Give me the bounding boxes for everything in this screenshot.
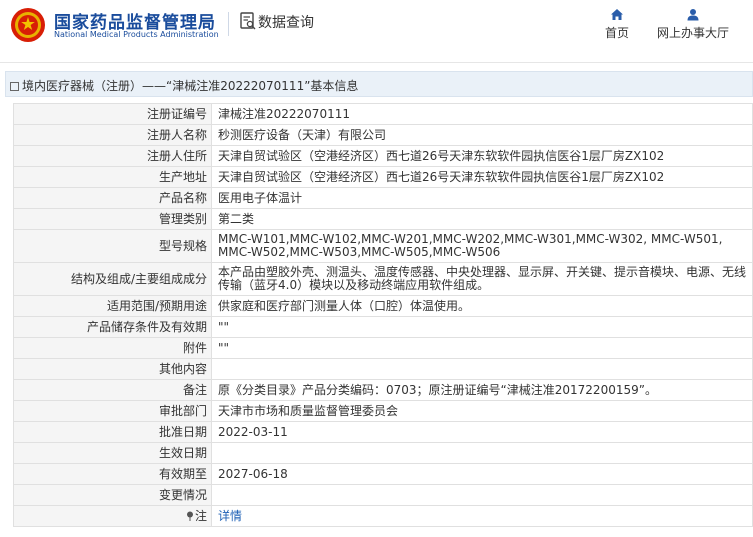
brand-subtitle: National Medical Products Administration [54, 30, 219, 39]
header-separator [0, 62, 753, 63]
field-value: 津械注准20222070111 [211, 103, 753, 125]
table-row: 适用范围/预期用途 供家庭和医疗部门测量人体（口腔）体温使用。 [13, 295, 753, 317]
table-row: 注详情 [13, 505, 753, 527]
field-value [211, 442, 753, 464]
user-icon [687, 9, 699, 21]
field-value: "" [211, 337, 753, 359]
field-label: 注册人名称 [13, 124, 212, 146]
field-value [211, 484, 753, 506]
field-label: 有效期至 [13, 463, 212, 485]
field-value: 第二类 [211, 208, 753, 230]
field-value: 原《分类目录》产品分类编码：0703；原注册证编号“津械注准2017220015… [211, 379, 753, 401]
field-value: "" [211, 316, 753, 338]
field-value: 2022-03-11 [211, 421, 753, 443]
header-divider [228, 12, 229, 36]
table-row: 生效日期 [13, 442, 753, 464]
breadcrumb: 境内医疗器械（注册）——“津械注准20222070111”基本信息 [10, 77, 358, 94]
field-value: 供家庭和医疗部门测量人体（口腔）体温使用。 [211, 295, 753, 317]
nav-home[interactable]: 首页 [600, 8, 634, 41]
data-query-label[interactable]: 数据查询 [258, 12, 314, 32]
table-row: 审批部门 天津市市场和质量监督管理委员会 [13, 400, 753, 422]
field-value: 天津市市场和质量监督管理委员会 [211, 400, 753, 422]
emblem-logo[interactable] [10, 7, 46, 43]
field-label: 批准日期 [13, 421, 212, 443]
nav-online-office[interactable]: 网上办事大厅 [652, 8, 734, 41]
field-label: 型号规格 [13, 229, 212, 263]
field-label: 产品名称 [13, 187, 212, 209]
field-label: 管理类别 [13, 208, 212, 230]
table-row: 产品名称 医用电子体温计 [13, 187, 753, 209]
note-label: 注 [194, 509, 207, 523]
table-row: 型号规格 MMC-W101,MMC-W102,MMC-W201,MMC-W202,… [13, 229, 753, 263]
field-label: 注册人住所 [13, 145, 212, 167]
table-row: 注册人名称 秒测医疗设备（天津）有限公司 [13, 124, 753, 146]
field-value: 2027-06-18 [211, 463, 753, 485]
nav-home-label: 首页 [604, 26, 629, 40]
table-row: 注册证编号 津械注准20222070111 [13, 103, 753, 125]
field-label: 备注 [13, 379, 212, 401]
field-label: 结构及组成/主要组成成分 [13, 262, 212, 296]
table-row: 有效期至 2027-06-18 [13, 463, 753, 485]
field-value: 医用电子体温计 [211, 187, 753, 209]
details-link[interactable]: 详情 [218, 509, 242, 523]
table-row: 注册人住所 天津自贸试验区（空港经济区）西七道26号天津东软软件园执信医谷1层厂房… [13, 145, 753, 167]
table-row: 备注 原《分类目录》产品分类编码：0703；原注册证编号“津械注准20172200… [13, 379, 753, 401]
field-value: 天津自贸试验区（空港经济区）西七道26号天津东软软件园执信医谷1层厂房ZX102 [211, 145, 753, 167]
table-row: 附件 "" [13, 337, 753, 359]
table-row: 批准日期 2022-03-11 [13, 421, 753, 443]
field-label: 产品储存条件及有效期 [13, 316, 212, 338]
field-value: 本产品由塑胶外壳、测温头、温度传感器、中央处理器、显示屏、开关键、提示音模块、电… [211, 262, 753, 296]
field-value [211, 358, 753, 380]
device-info-table: 注册证编号 津械注准20222070111 注册人名称 秒测医疗设备（天津）有限公司注… [13, 103, 753, 527]
field-label: 变更情况 [13, 484, 212, 506]
field-label: 注 [13, 505, 212, 527]
table-row: 结构及组成/主要组成成分 本产品由塑胶外壳、测温头、温度传感器、中央处理器、显示屏… [13, 262, 753, 296]
table-row: 产品储存条件及有效期 "" [13, 316, 753, 338]
site-header: 国家药品监督管理局 National Medical Products Admi… [0, 0, 753, 60]
field-label: 适用范围/预期用途 [13, 295, 212, 317]
nav-office-label: 网上办事大厅 [656, 26, 729, 40]
table-row: 变更情况 [13, 484, 753, 506]
field-label: 审批部门 [13, 400, 212, 422]
breadcrumb-bar: 境内医疗器械（注册）——“津械注准20222070111”基本信息 [5, 71, 753, 97]
field-label: 注册证编号 [13, 103, 212, 125]
field-label: 附件 [13, 337, 212, 359]
field-label: 其他内容 [13, 358, 212, 380]
breadcrumb-icon [10, 82, 19, 91]
field-label: 生效日期 [13, 442, 212, 464]
field-value: MMC-W101,MMC-W102,MMC-W201,MMC-W202,MMC-… [211, 229, 753, 263]
home-icon [611, 9, 623, 20]
field-value: 天津自贸试验区（空港经济区）西七道26号天津东软软件园执信医谷1层厂房ZX102 [211, 166, 753, 188]
field-label: 生产地址 [13, 166, 212, 188]
pin-icon [186, 511, 193, 521]
table-row: 其他内容 [13, 358, 753, 380]
table-row: 生产地址 天津自贸试验区（空港经济区）西七道26号天津东软软件园执信医谷1层厂房Z… [13, 166, 753, 188]
field-value: 详情 [211, 505, 753, 527]
breadcrumb-text: 境内医疗器械（注册）——“津械注准20222070111”基本信息 [22, 79, 359, 93]
table-row: 管理类别 第二类 [13, 208, 753, 230]
data-query-icon [240, 12, 256, 30]
field-value: 秒测医疗设备（天津）有限公司 [211, 124, 753, 146]
